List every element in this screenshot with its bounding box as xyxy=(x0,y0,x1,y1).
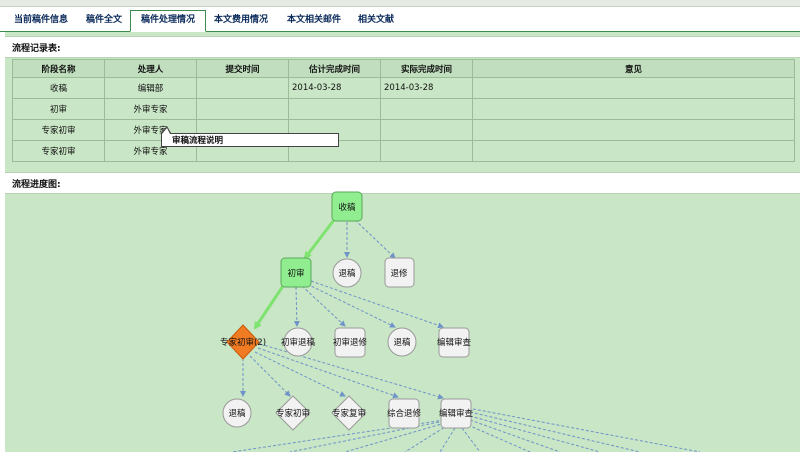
node-tuigao-3[interactable]: 退稿 xyxy=(222,398,252,428)
node-label: 编辑审查 xyxy=(437,337,472,348)
node-label: 初审退修 xyxy=(333,337,368,348)
node-label: 专家初审(2) xyxy=(220,337,266,348)
node-zonghe-tuixiu[interactable]: 综合退修 xyxy=(387,398,422,429)
node-label: 退稿 xyxy=(393,337,411,348)
node-label: 退稿 xyxy=(338,268,356,279)
node-zhuanjia-chushen[interactable]: 专家初审 xyxy=(275,395,311,431)
edge-done xyxy=(303,219,336,260)
node-label: 专家复审 xyxy=(332,408,366,419)
node-label: 专家初审 xyxy=(276,408,310,419)
tooltip-text: 审稿流程说明 xyxy=(172,136,224,146)
edge-pending xyxy=(301,285,346,327)
node-zhuanjia-chushen-current[interactable]: 专家初审(2) xyxy=(220,324,266,360)
node-label: 退稿 xyxy=(228,408,246,419)
edge-pending xyxy=(310,280,444,329)
node-tuigao-1[interactable]: 退稿 xyxy=(332,258,362,288)
edge-done xyxy=(253,285,285,330)
node-label: 初审 xyxy=(287,268,304,279)
node-chushen-tuixiu[interactable]: 初审退修 xyxy=(333,327,368,358)
node-label: 初审退稿 xyxy=(281,337,316,348)
node-bianji-shencha-2[interactable]: 编辑审查 xyxy=(439,398,474,429)
node-label: 收稿 xyxy=(338,202,356,213)
node-label: 综合退修 xyxy=(387,408,422,419)
edge-pending xyxy=(306,283,396,328)
edge-pending xyxy=(467,407,701,452)
edge-pending xyxy=(354,219,396,259)
node-label: 退修 xyxy=(390,268,408,279)
edge-pending xyxy=(249,355,291,397)
edge-pending xyxy=(469,419,561,452)
edge-pending xyxy=(257,347,399,399)
edge-pending xyxy=(469,415,601,452)
edge-pending xyxy=(404,424,449,452)
tooltip-arrow-inner xyxy=(162,128,170,134)
node-label: 编辑审查 xyxy=(439,408,474,419)
edge-pending xyxy=(461,427,481,452)
node-bianji-shencha-1[interactable]: 编辑审查 xyxy=(437,327,472,358)
node-zhuanjia-fushen[interactable]: 专家复审 xyxy=(331,395,367,431)
edge-pending xyxy=(469,411,641,452)
review-process-tooltip[interactable]: 审稿流程说明 xyxy=(161,133,339,147)
edge-pending xyxy=(439,427,456,452)
edge-pending xyxy=(289,420,445,452)
node-chushen[interactable]: 初审 xyxy=(280,257,312,288)
node-tuixiu-1[interactable]: 退修 xyxy=(384,257,415,288)
node-tuigao-2[interactable]: 退稿 xyxy=(387,327,417,357)
node-shougao[interactable]: 收稿 xyxy=(331,191,363,222)
edge-pending xyxy=(293,286,300,327)
flow-progress-graph: 收稿 初审 退稿 退修 专家初审(2) 初审退稿 初审退修 退稿 编辑审查 退稿 xyxy=(220,191,701,452)
